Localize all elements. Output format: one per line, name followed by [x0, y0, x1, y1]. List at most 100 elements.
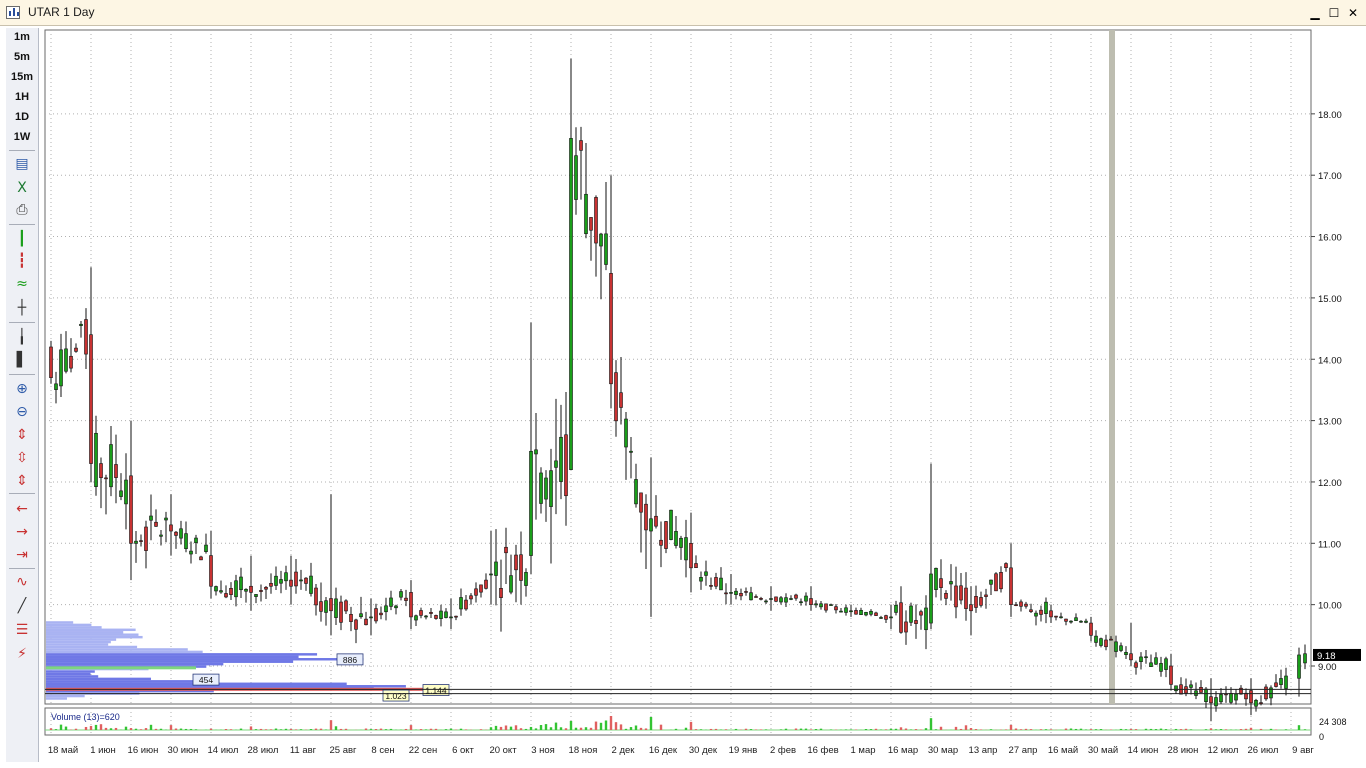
levels-icon[interactable]: ☰ — [14, 622, 30, 638]
candle-body — [859, 609, 863, 615]
volume-bar — [134, 728, 138, 730]
candlestick-icon[interactable]: ┃ — [14, 231, 30, 247]
candle-body — [139, 540, 143, 542]
volume-bar — [884, 729, 888, 730]
candle[interactable] — [909, 602, 913, 627]
crosshair-icon[interactable]: ┼ — [14, 300, 30, 316]
title-bar: UTAR 1 Day ▁ ☐ ✕ — [0, 0, 1366, 26]
candle[interactable] — [669, 509, 673, 541]
volume-bar — [229, 729, 233, 730]
minimize-icon[interactable]: ▁ — [1308, 6, 1322, 20]
volume-bar — [409, 725, 413, 730]
volume-bar — [1009, 724, 1013, 730]
candle-body — [1209, 696, 1213, 704]
candle-body — [1254, 699, 1258, 707]
timeframe-1h-button[interactable]: 1H — [6, 91, 38, 103]
volume-bar — [509, 726, 513, 730]
candle-body — [1229, 692, 1233, 703]
price-chart[interactable]: 18 май 1 июн 16 июн 30 июн 14 июл 28 июл 11 ав… — [41, 28, 1363, 764]
volume-profile-bar — [46, 655, 299, 659]
bar-chart-icon[interactable]: ┇ — [14, 253, 30, 269]
volume-bar — [1219, 729, 1223, 730]
line-only-icon[interactable]: ╽ — [14, 329, 30, 345]
volume-bar — [1284, 729, 1288, 730]
volume-bar — [939, 726, 943, 730]
volume-bar — [1044, 729, 1048, 730]
candle[interactable] — [1264, 684, 1268, 701]
indicator-icon[interactable]: ∿ — [14, 574, 30, 590]
candle-body — [999, 572, 1003, 590]
candle[interactable] — [664, 521, 668, 554]
volume-bar — [379, 728, 383, 730]
candle-body — [259, 590, 263, 592]
date-tick-label: 16 май — [1048, 745, 1078, 756]
draw-line-icon[interactable]: ╱ — [14, 598, 30, 614]
candle[interactable] — [774, 596, 778, 603]
volume-bar — [819, 728, 823, 730]
candle[interactable] — [49, 340, 53, 384]
timeframe-1m-button[interactable]: 1m — [6, 31, 38, 43]
candle-body — [1204, 688, 1208, 702]
candle-body — [804, 595, 808, 602]
candle-body — [169, 524, 173, 532]
candle-body — [569, 138, 573, 470]
date-tick-label: 16 фев — [807, 745, 838, 756]
volume-bar — [74, 728, 78, 730]
candle-body — [179, 528, 183, 539]
fit-vertical-icon[interactable]: ⇕ — [14, 473, 30, 489]
delete-drawing-icon[interactable]: ⚡ — [14, 646, 30, 662]
volume-bar — [1069, 728, 1073, 730]
candle-body — [1189, 684, 1193, 688]
expand-vertical-icon[interactable]: ⇕ — [14, 427, 30, 443]
close-icon[interactable]: ✕ — [1346, 6, 1360, 20]
candle-body — [244, 588, 248, 592]
print-icon[interactable]: ⎙ — [14, 202, 30, 218]
zoom-in-icon[interactable]: ⊕ — [14, 381, 30, 397]
volume-bar — [864, 729, 868, 730]
bold-bar-icon[interactable]: ▌ — [14, 352, 30, 368]
candle-body — [284, 572, 288, 582]
compress-vertical-icon[interactable]: ⇳ — [14, 450, 30, 466]
line-chart-icon[interactable]: ≈ — [14, 276, 30, 292]
volume-bar — [159, 728, 163, 730]
timeframe-1w-button[interactable]: 1W — [6, 131, 38, 143]
timeframe-15m-button[interactable]: 15m — [6, 71, 38, 83]
timeframe-5m-button[interactable]: 5m — [6, 51, 38, 63]
volume-bar — [954, 726, 958, 730]
candle[interactable] — [1204, 686, 1208, 709]
candle-body — [104, 477, 108, 480]
maximize-icon[interactable]: ☐ — [1327, 6, 1341, 20]
date-tick-label: 16 июн — [128, 745, 159, 756]
volume-bar — [459, 728, 463, 730]
candle-body — [384, 605, 388, 613]
price-tick-label: 13.00 — [1318, 417, 1342, 428]
window-title: UTAR 1 Day — [28, 5, 95, 19]
scroll-left-icon[interactable]: ← — [14, 501, 30, 517]
volume-profile-bar — [46, 694, 85, 698]
volume-bar — [879, 729, 883, 730]
volume-bar — [89, 725, 93, 730]
candle-body — [1264, 686, 1268, 700]
candle-body — [709, 585, 713, 587]
excel-export-icon[interactable]: X — [14, 180, 30, 196]
volume-bar — [1014, 728, 1018, 730]
scroll-end-icon[interactable]: ⇥ — [14, 547, 30, 563]
chart-type-icon[interactable]: ▤ — [14, 156, 30, 172]
volume-profile-bar — [46, 635, 143, 639]
zoom-out-icon[interactable]: ⊖ — [14, 404, 30, 420]
timeframe-1d-button[interactable]: 1D — [6, 111, 38, 123]
candle-body — [1084, 620, 1088, 623]
date-tick-label: 26 июл — [1248, 745, 1279, 756]
volume-bar — [274, 728, 278, 730]
candle-body — [324, 600, 328, 613]
volume-bar — [1129, 728, 1133, 730]
volume-bar — [344, 728, 348, 730]
volume-bar — [779, 729, 783, 730]
candle-body — [799, 601, 803, 604]
candle[interactable] — [994, 572, 998, 592]
date-tick-label: 27 апр — [1009, 745, 1038, 756]
candle-body — [1029, 609, 1033, 612]
volume-tick-label: 0 — [1319, 732, 1324, 742]
candle-body — [754, 596, 758, 598]
scroll-right-icon[interactable]: → — [14, 524, 30, 540]
